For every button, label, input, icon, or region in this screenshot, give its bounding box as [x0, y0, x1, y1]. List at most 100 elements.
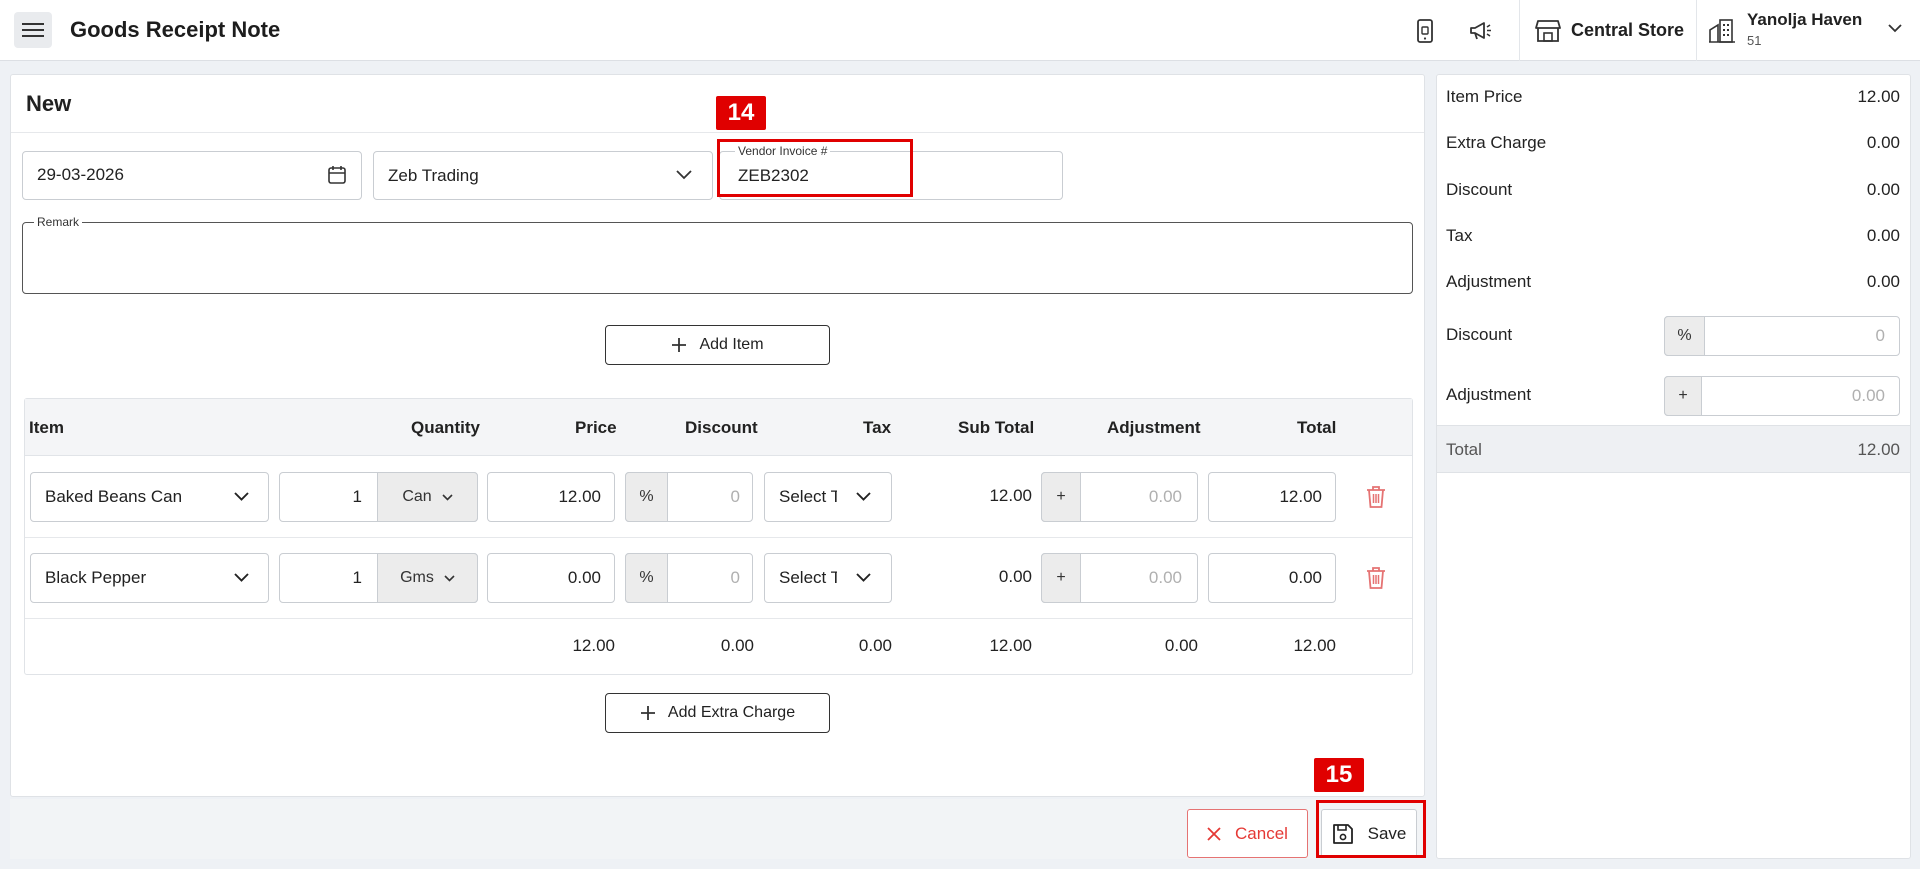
header-quantity: Quantity: [411, 418, 480, 437]
chevron-down-icon[interactable]: [234, 573, 249, 582]
adjustment-sign-toggle[interactable]: +: [1041, 472, 1081, 522]
subtotal-value: 0.00: [998, 567, 1032, 586]
summary-discount-placeholder: 0: [1875, 326, 1885, 345]
adjustment-sign: +: [1056, 569, 1066, 586]
header-item: Item: [29, 418, 64, 437]
highlight-box-vendor-invoice: [717, 139, 913, 197]
form-title: New: [26, 91, 72, 116]
discount-label: Discount: [1446, 180, 1513, 199]
unit-value: Gms: [400, 569, 434, 586]
chevron-down-icon[interactable]: [1888, 24, 1902, 33]
highlight-box-save: [1316, 800, 1426, 858]
store-icon[interactable]: [1534, 17, 1562, 45]
adjustment-placeholder: 0.00: [1148, 568, 1182, 587]
total-value: 12.00: [1279, 487, 1322, 506]
chevron-down-icon[interactable]: [676, 170, 692, 180]
adjustment-value: 0.00: [1866, 272, 1900, 291]
discount-type-toggle[interactable]: %: [625, 553, 668, 603]
price-value: 12.00: [558, 487, 601, 506]
header-subtotal: Sub Total: [958, 418, 1035, 437]
date-value: 29-03-2026: [37, 165, 124, 184]
unit-select[interactable]: Gms: [377, 553, 478, 603]
menu-icon: [22, 23, 44, 37]
discount-type: %: [1677, 327, 1692, 344]
discount-type-toggle[interactable]: %: [625, 472, 668, 522]
adjustment-sign-toggle[interactable]: +: [1041, 553, 1081, 603]
summary-total-value: 12.00: [1857, 440, 1900, 459]
remark-label: Remark: [34, 215, 83, 229]
megaphone-icon[interactable]: [1466, 17, 1494, 45]
chevron-down-icon[interactable]: [856, 492, 871, 501]
header-discount: Discount: [685, 418, 758, 437]
discount-input-label: Discount: [1446, 325, 1513, 344]
discount-placeholder: 0: [730, 568, 740, 587]
unit-value: Can: [402, 488, 432, 505]
add-extra-charge-button[interactable]: Add Extra Charge: [605, 693, 830, 733]
total-price: 12.00: [572, 636, 615, 655]
chevron-down-icon[interactable]: [234, 492, 249, 501]
total-discount: 0.00: [720, 636, 754, 655]
trash-icon[interactable]: [1366, 566, 1386, 590]
tax-value: Select T: [779, 568, 837, 587]
cancel-button[interactable]: Cancel: [1187, 809, 1308, 858]
subtotal-value: 12.00: [989, 486, 1032, 505]
quantity-value: 1: [352, 487, 362, 506]
summary-adjustment-sign[interactable]: +: [1664, 376, 1702, 416]
building-icon: [1708, 17, 1736, 45]
quantity-value: 1: [352, 568, 362, 587]
summary-total-label: Total: [1446, 440, 1482, 459]
trash-icon[interactable]: [1366, 485, 1386, 509]
add-item-label: Add Item: [699, 336, 764, 353]
divider: [11, 132, 1424, 133]
property-id: 51: [1747, 33, 1762, 48]
mobile-icon[interactable]: [1411, 17, 1439, 45]
total-value: 0.00: [1288, 568, 1322, 587]
header-adjustment: Adjustment: [1107, 418, 1201, 437]
cancel-label: Cancel: [1235, 823, 1288, 843]
vendor-value: Zeb Trading: [388, 166, 479, 185]
summary-discount-type[interactable]: %: [1664, 316, 1705, 356]
total-tax: 0.00: [858, 636, 892, 655]
item-name: Baked Beans Can: [45, 487, 183, 506]
remark-textarea[interactable]: [22, 222, 1413, 294]
step-badge-14: 14: [716, 96, 766, 130]
total-adjustment: 0.00: [1164, 636, 1198, 655]
item-name: Black Pepper: [45, 568, 147, 587]
tax-select[interactable]: Select T: [764, 553, 892, 603]
property-name[interactable]: Yanolja Haven: [1747, 10, 1862, 30]
add-item-button[interactable]: Add Item: [605, 325, 830, 365]
discount-placeholder: 0: [730, 487, 740, 506]
grand-total: 12.00: [1293, 636, 1336, 655]
header-total: Total: [1297, 418, 1337, 437]
header-price: Price: [575, 418, 617, 437]
tax-select[interactable]: Select T: [764, 472, 892, 522]
chevron-down-icon[interactable]: [856, 573, 871, 582]
unit-select[interactable]: Can: [377, 472, 478, 522]
tax-label: Tax: [1446, 226, 1473, 245]
item-price-label: Item Price: [1446, 87, 1523, 106]
row-divider: [25, 537, 1412, 538]
chevron-down-icon: [442, 493, 453, 501]
close-icon: [1207, 826, 1221, 841]
adjustment-placeholder: 0.00: [1148, 487, 1182, 506]
extra-charge-value: 0.00: [1866, 133, 1900, 152]
plus-icon: [672, 338, 687, 352]
adjustment-sign: +: [1056, 488, 1066, 505]
header-tax: Tax: [863, 418, 892, 437]
chevron-down-icon: [444, 574, 455, 582]
topbar-divider: [1519, 0, 1520, 61]
item-price-value: 12.00: [1857, 87, 1900, 106]
topbar-divider: [1696, 0, 1697, 61]
discount-type: %: [639, 488, 654, 505]
tax-value: Select T: [779, 487, 837, 506]
page-title: Goods Receipt Note: [70, 17, 281, 42]
hamburger-menu-button[interactable]: [14, 12, 52, 48]
add-extra-charge-label: Add Extra Charge: [667, 704, 796, 721]
row-divider: [25, 618, 1412, 619]
discount-value: 0.00: [1866, 180, 1900, 199]
calendar-icon[interactable]: [327, 165, 347, 185]
step-badge-15: 15: [1314, 758, 1364, 792]
plus-icon: [640, 706, 655, 720]
summary-total-band: [1437, 425, 1910, 473]
store-name[interactable]: Central Store: [1571, 20, 1684, 41]
